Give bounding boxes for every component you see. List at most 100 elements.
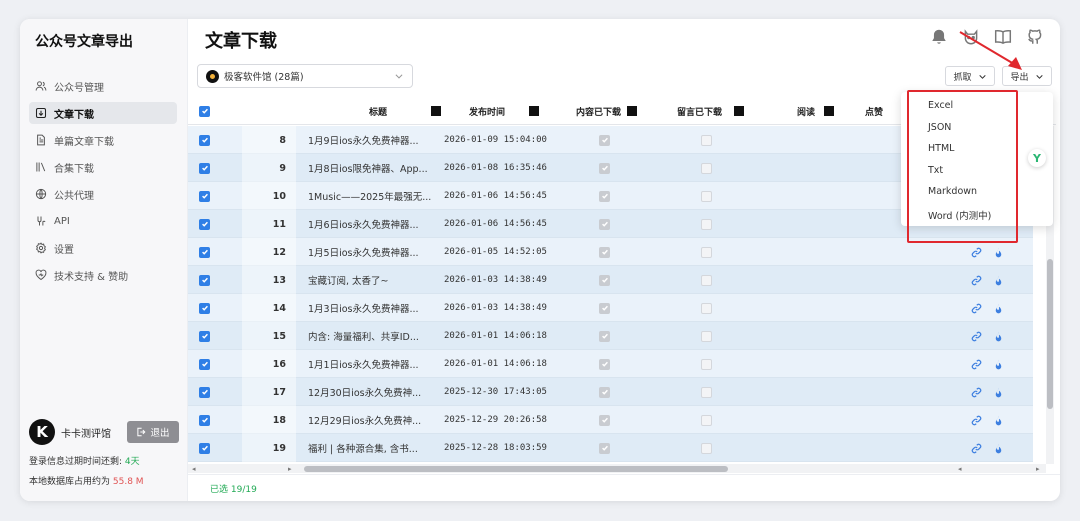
sidebar-item-support[interactable]: 技术支持 & 赞助 bbox=[29, 264, 177, 286]
link-icon[interactable] bbox=[971, 322, 982, 350]
content-downloaded-checkbox bbox=[599, 238, 610, 266]
fire-icon[interactable] bbox=[993, 266, 1004, 294]
link-icon[interactable] bbox=[971, 294, 982, 322]
column-menu-icon[interactable] bbox=[431, 106, 442, 116]
table-row[interactable]: 15 内含: 海量福利、共享ID... 2026-01-01 14:06:18 bbox=[188, 322, 1033, 350]
column-menu-icon[interactable] bbox=[824, 106, 835, 116]
row-title[interactable]: 1月8日ios限免神器、App... bbox=[308, 154, 428, 182]
app-title: 公众号文章导出 bbox=[35, 34, 133, 50]
sidebar-item-article-download[interactable]: 文章下载 bbox=[29, 102, 177, 124]
sidebar-item-single-download[interactable]: 单篇文章下载 bbox=[29, 129, 177, 151]
fire-icon[interactable] bbox=[993, 322, 1004, 350]
fire-icon[interactable] bbox=[993, 294, 1004, 322]
column-title[interactable]: 标题 bbox=[369, 97, 442, 125]
row-title[interactable]: 宝藏订阅, 太香了~ bbox=[308, 266, 389, 294]
comment-downloaded-checkbox bbox=[701, 238, 712, 266]
vertical-scroll-thumb[interactable] bbox=[1047, 259, 1053, 409]
column-content-downloaded[interactable]: 内容已下载 bbox=[576, 97, 638, 125]
column-read[interactable]: 阅读 bbox=[797, 97, 835, 125]
sidebar-item-label: 设置 bbox=[54, 244, 74, 256]
row-checkbox[interactable] bbox=[199, 350, 210, 378]
login-expiry-label: 登录信息过期时间还剩: bbox=[29, 457, 123, 467]
account-select[interactable]: 极客软件馆 (28篇) bbox=[197, 64, 413, 88]
row-title[interactable]: 1月6日ios永久免费神器... bbox=[308, 210, 419, 238]
horizontal-scrollbar[interactable]: ◂ ▸ ◂ ▸ bbox=[188, 464, 1046, 473]
row-title[interactable]: 福利 | 各种源合集, 含书... bbox=[308, 434, 418, 462]
row-number: 16 bbox=[242, 350, 296, 378]
table-row[interactable]: 18 12月29日ios永久免费神... 2025-12-29 20:26:58 bbox=[188, 406, 1033, 434]
column-title-label: 标题 bbox=[369, 107, 388, 118]
content-downloaded-checkbox bbox=[599, 378, 610, 406]
row-checkbox[interactable] bbox=[199, 210, 210, 238]
comment-downloaded-checkbox bbox=[701, 434, 712, 462]
fire-icon[interactable] bbox=[993, 434, 1004, 462]
row-title[interactable]: 1Music——2025年最强无... bbox=[308, 182, 431, 210]
column-menu-icon[interactable] bbox=[734, 106, 745, 116]
row-title[interactable]: 1月9日ios永久免费神器... bbox=[308, 126, 419, 154]
column-menu-icon[interactable] bbox=[529, 106, 540, 116]
link-icon[interactable] bbox=[971, 266, 982, 294]
content-downloaded-checkbox bbox=[599, 294, 610, 322]
chevron-down-icon bbox=[395, 74, 403, 79]
sidebar: 公众号文章导出 公众号管理 文章下载 单篇文章下载 合集下载 公共代理 API … bbox=[20, 19, 188, 501]
row-title[interactable]: 12月30日ios永久免费神... bbox=[308, 378, 421, 406]
table-row[interactable]: 17 12月30日ios永久免费神... 2025-12-30 17:43:05 bbox=[188, 378, 1033, 406]
row-title[interactable]: 1月3日ios永久免费神器... bbox=[308, 294, 419, 322]
row-title[interactable]: 内含: 海量福利、共享ID... bbox=[308, 322, 419, 350]
column-comment-downloaded[interactable]: 留言已下载 bbox=[677, 97, 745, 125]
row-checkbox[interactable] bbox=[199, 322, 210, 350]
row-number: 11 bbox=[242, 210, 296, 238]
select-all-checkbox[interactable] bbox=[199, 97, 210, 125]
link-icon[interactable] bbox=[971, 350, 982, 378]
column-menu-icon[interactable] bbox=[627, 106, 638, 116]
sidebar-item-account-management[interactable]: 公众号管理 bbox=[29, 75, 177, 97]
table-row[interactable]: 16 1月1日ios永久免费神器... 2026-01-01 14:06:18 bbox=[188, 350, 1033, 378]
row-checkbox[interactable] bbox=[199, 238, 210, 266]
content-downloaded-checkbox bbox=[599, 350, 610, 378]
scroll-right-icon[interactable]: ▸ bbox=[1036, 465, 1040, 473]
row-checkbox[interactable] bbox=[199, 154, 210, 182]
table-row[interactable]: 13 宝藏订阅, 太香了~ 2026-01-03 14:38:49 bbox=[188, 266, 1033, 294]
row-time: 2025-12-29 20:26:58 bbox=[444, 415, 547, 425]
sidebar-item-label: 文章下载 bbox=[54, 109, 94, 121]
row-title[interactable]: 12月29日ios永久免费神... bbox=[308, 406, 421, 434]
link-icon[interactable] bbox=[971, 378, 982, 406]
fire-icon[interactable] bbox=[993, 406, 1004, 434]
sidebar-item-label: API bbox=[54, 215, 70, 227]
sidebar-item-api[interactable]: API bbox=[29, 210, 177, 232]
link-icon[interactable] bbox=[971, 406, 982, 434]
bell-icon[interactable] bbox=[929, 27, 948, 46]
gear-icon bbox=[35, 242, 47, 254]
sidebar-item-settings[interactable]: 设置 bbox=[29, 237, 177, 259]
row-checkbox[interactable] bbox=[199, 294, 210, 322]
annotation-highlight-box bbox=[907, 90, 1018, 243]
logout-button[interactable]: 退出 bbox=[127, 421, 179, 443]
sidebar-item-collection-download[interactable]: 合集下载 bbox=[29, 156, 177, 178]
scroll-left-icon[interactable]: ◂ bbox=[958, 465, 962, 473]
table-row[interactable]: 12 1月5日ios永久免费神器... 2026-01-05 14:52:05 bbox=[188, 238, 1033, 266]
table-row[interactable]: 14 1月3日ios永久免费神器... 2026-01-03 14:38:49 bbox=[188, 294, 1033, 322]
content-downloaded-checkbox bbox=[599, 210, 610, 238]
scroll-left-icon[interactable]: ◂ bbox=[192, 465, 196, 473]
fire-icon[interactable] bbox=[993, 378, 1004, 406]
column-content-label: 内容已下载 bbox=[576, 107, 622, 118]
row-checkbox[interactable] bbox=[199, 126, 210, 154]
row-title[interactable]: 1月1日ios永久免费神器... bbox=[308, 350, 419, 378]
account-logo-icon bbox=[206, 69, 219, 83]
scroll-left-icon[interactable]: ▸ bbox=[288, 465, 292, 473]
row-checkbox[interactable] bbox=[199, 266, 210, 294]
table-row[interactable]: 19 福利 | 各种源合集, 含书... 2025-12-28 18:03:59 bbox=[188, 434, 1033, 462]
user-name: 卡卡测评馆 bbox=[61, 428, 111, 440]
row-title[interactable]: 1月5日ios永久免费神器... bbox=[308, 238, 419, 266]
row-checkbox[interactable] bbox=[199, 406, 210, 434]
sidebar-item-public-proxy[interactable]: 公共代理 bbox=[29, 183, 177, 205]
row-checkbox[interactable] bbox=[199, 378, 210, 406]
horizontal-scroll-thumb[interactable] bbox=[304, 466, 728, 472]
column-publish-time[interactable]: 发布时间 bbox=[469, 97, 540, 125]
floating-badge[interactable]: Y bbox=[1028, 149, 1046, 167]
link-icon[interactable] bbox=[971, 434, 982, 462]
row-checkbox[interactable] bbox=[199, 182, 210, 210]
content-downloaded-checkbox bbox=[599, 182, 610, 210]
fire-icon[interactable] bbox=[993, 350, 1004, 378]
row-checkbox[interactable] bbox=[199, 434, 210, 462]
